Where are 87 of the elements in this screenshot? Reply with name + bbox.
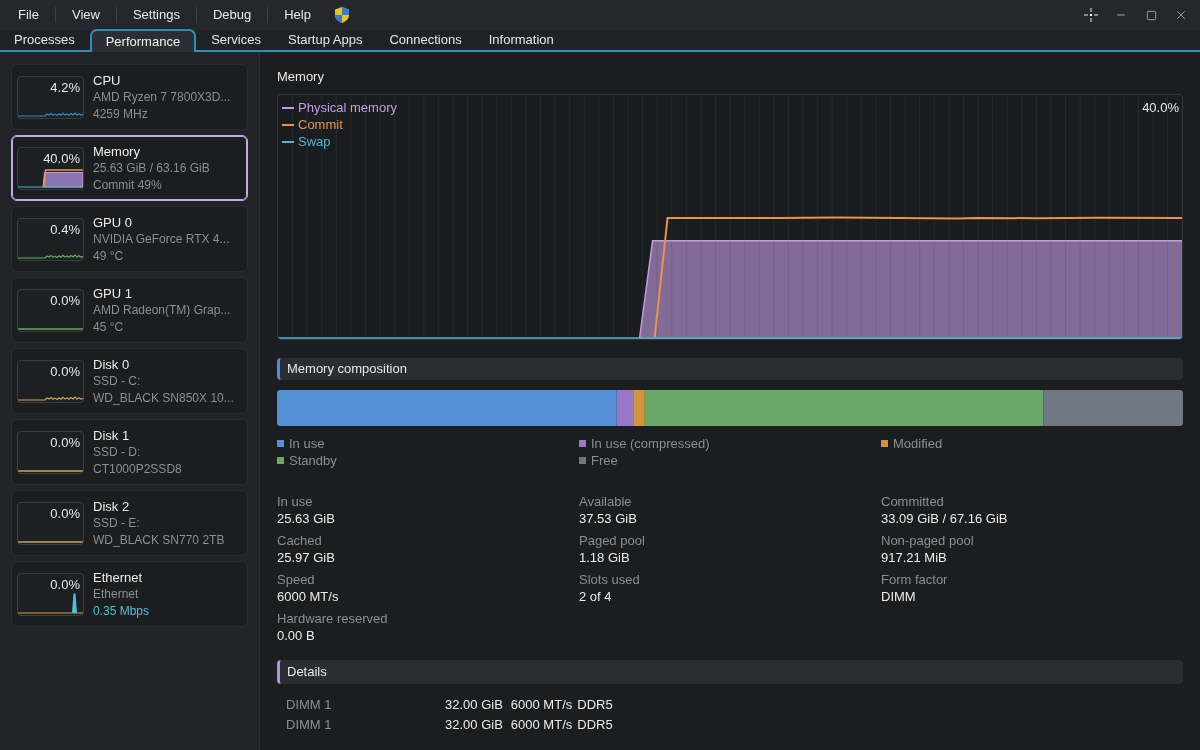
usage-percent: 0.0% <box>50 293 80 308</box>
legend-label: Free <box>591 452 618 469</box>
device-subtitle: 25.63 GiB / 63.16 GiB <box>93 159 210 177</box>
usage-percent: 0.0% <box>50 506 80 521</box>
menu-item[interactable]: Settings <box>120 3 192 27</box>
stat-label: Cached <box>277 532 323 549</box>
device-detail: 49 °C <box>93 247 125 265</box>
stat-label: Paged pool <box>579 532 646 549</box>
dimm-slot: DIMM 1 <box>286 715 445 735</box>
device-subtitle: NVIDIA GeForce RTX 4... <box>93 230 230 248</box>
maximize-icon <box>1145 9 1157 21</box>
crosshair-icon <box>1084 8 1098 22</box>
device-detail: 0.35 Mbps <box>93 602 150 620</box>
legend-label: Commit <box>298 116 343 133</box>
dimm-speed: 6000 MT/s <box>510 696 573 715</box>
dimm-slot: DIMM 1 <box>286 695 445 715</box>
device-detail: 45 °C <box>93 318 125 336</box>
dimm-type: DDR5 <box>577 696 613 715</box>
menu-item[interactable]: View <box>59 3 112 27</box>
legend-label: In use <box>289 435 325 452</box>
stat-value: 0.00 B <box>277 627 316 644</box>
stat-value: 37.53 GiB <box>579 510 638 527</box>
tab[interactable]: Information <box>476 29 566 50</box>
stat-value: 25.97 GiB <box>277 549 336 566</box>
tab[interactable]: Performance <box>89 29 197 52</box>
stat-label: Form factor <box>881 571 949 588</box>
tab[interactable]: Processes <box>2 29 87 50</box>
stat-value: 33.09 GiB / 67.16 GiB <box>881 510 1009 527</box>
legend-label: Physical memory <box>298 99 397 116</box>
dimm-speed: 6000 MT/s <box>510 716 573 735</box>
stat-label: Committed <box>881 493 945 510</box>
device-name: Disk 2 <box>93 497 131 515</box>
stat-label: Available <box>579 493 633 510</box>
device-subtitle: SSD - E: <box>93 514 141 532</box>
section-header: Memory composition <box>277 358 1183 380</box>
panel-title: Memory <box>277 68 325 86</box>
dimm-type: DDR5 <box>577 716 613 735</box>
usage-percent: 0.0% <box>50 364 80 379</box>
device-subtitle: AMD Radeon(TM) Grap... <box>93 301 231 319</box>
legend-label: Standby <box>289 452 337 469</box>
device-name: CPU <box>93 71 122 89</box>
stat-label: Slots used <box>579 571 641 588</box>
tab[interactable]: Connections <box>377 29 474 50</box>
device-detail: WD_BLACK SN850X 10... <box>93 389 234 407</box>
device-name: GPU 0 <box>93 213 133 231</box>
close-icon <box>1174 8 1188 22</box>
usage-percent: 0.0% <box>50 577 80 592</box>
menu-item[interactable]: Help <box>272 3 323 27</box>
legend-label: Swap <box>298 133 331 150</box>
stat-value: DIMM <box>881 588 917 605</box>
device-name: GPU 1 <box>93 284 133 302</box>
stat-value: 917.21 MiB <box>881 549 948 566</box>
stat-label: Hardware reserved <box>277 610 389 627</box>
device-subtitle: SSD - C: <box>93 372 142 390</box>
stat-label: Speed <box>277 571 316 588</box>
tab[interactable]: Services <box>199 29 273 50</box>
chart-reading: 40.0% <box>1142 99 1179 116</box>
menu-item[interactable]: File <box>6 3 51 27</box>
device-name: Disk 1 <box>93 426 131 444</box>
stat-value: 25.63 GiB <box>277 510 336 527</box>
device-subtitle: Ethernet <box>93 585 140 603</box>
usage-percent: 40.0% <box>43 151 80 166</box>
device-name: Ethernet <box>93 568 144 586</box>
dimm-size: 32.00 GiB <box>445 696 503 715</box>
stat-label: Non-paged pool <box>881 532 975 549</box>
device-name: Memory <box>93 142 141 160</box>
legend-label: In use (compressed) <box>591 435 710 452</box>
device-detail: 4259 MHz <box>93 105 149 123</box>
stat-label: In use <box>277 493 314 510</box>
menu-item[interactable]: Debug <box>200 3 264 27</box>
device-name: Disk 0 <box>93 355 131 373</box>
stat-value: 6000 MT/s <box>277 588 340 605</box>
dimm-size: 32.00 GiB <box>445 716 503 735</box>
section-header: Details <box>277 660 1183 684</box>
device-subtitle: SSD - D: <box>93 443 142 461</box>
device-detail: Commit 49% <box>93 176 163 194</box>
device-subtitle: AMD Ryzen 7 7800X3D... <box>93 88 231 106</box>
usage-percent: 0.4% <box>50 222 80 237</box>
stat-value: 2 of 4 <box>579 588 613 605</box>
legend-label: Modified <box>893 435 943 452</box>
usage-percent: 0.0% <box>50 435 80 450</box>
shield-icon <box>334 7 349 23</box>
tab[interactable]: Startup Apps <box>276 29 375 50</box>
device-detail: CT1000P2SSD8 <box>93 460 182 478</box>
device-detail: WD_BLACK SN770 2TB <box>93 531 225 549</box>
stat-value: 1.18 GiB <box>579 549 631 566</box>
usage-percent: 4.2% <box>50 80 80 95</box>
